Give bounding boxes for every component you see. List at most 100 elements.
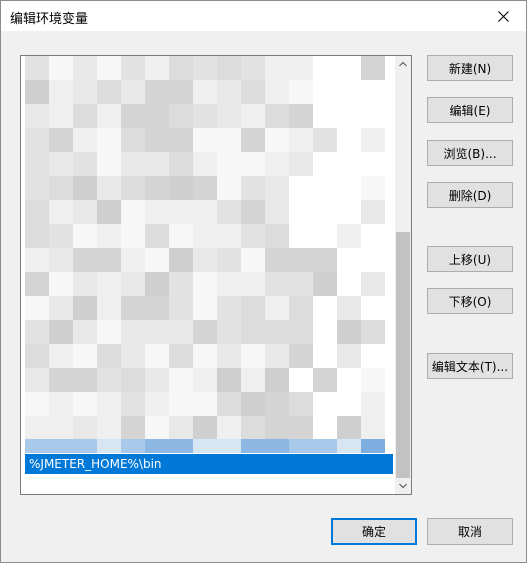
obscured-pixel <box>145 56 169 80</box>
obscured-pixel <box>313 416 337 440</box>
obscured-pixel <box>121 128 145 152</box>
obscured-pixel <box>169 176 193 200</box>
obscured-pixel <box>49 200 73 224</box>
chevron-down-icon <box>399 483 407 489</box>
scroll-down-button[interactable] <box>395 478 411 494</box>
obscured-pixel <box>97 128 121 152</box>
obscured-pixel <box>313 439 337 453</box>
obscured-pixel <box>241 200 265 224</box>
scroll-thumb[interactable] <box>396 232 410 478</box>
vertical-scrollbar[interactable] <box>395 56 411 494</box>
delete-button[interactable]: 删除(D) <box>427 182 513 208</box>
obscured-pixel <box>73 439 97 453</box>
obscured-pixel <box>73 368 97 392</box>
obscured-pixel <box>361 176 385 200</box>
move-down-button[interactable]: 下移(O) <box>427 288 513 314</box>
obscured-pixel <box>241 152 265 176</box>
obscured-pixel <box>97 344 121 368</box>
obscured-pixel <box>313 104 337 128</box>
obscured-pixel <box>49 368 73 392</box>
obscured-pixel <box>145 104 169 128</box>
scroll-up-button[interactable] <box>395 56 411 72</box>
obscured-pixel <box>97 320 121 344</box>
obscured-pixel <box>193 344 217 368</box>
obscured-pixel <box>193 296 217 320</box>
obscured-pixel <box>25 344 49 368</box>
obscured-pixel <box>265 296 289 320</box>
obscured-pixel <box>193 392 217 416</box>
ok-button[interactable]: 确定 <box>331 518 417 545</box>
obscured-pixel <box>217 416 241 440</box>
obscured-pixel <box>169 439 193 453</box>
obscured-pixel <box>265 80 289 104</box>
obscured-pixel <box>25 248 49 272</box>
obscured-pixel <box>361 104 385 128</box>
obscured-pixel <box>97 296 121 320</box>
obscured-pixel <box>241 368 265 392</box>
obscured-pixel <box>241 320 265 344</box>
obscured-pixel <box>193 320 217 344</box>
cancel-button[interactable]: 取消 <box>427 518 513 545</box>
obscured-pixel <box>73 176 97 200</box>
obscured-pixel <box>361 320 385 344</box>
obscured-pixel <box>145 416 169 440</box>
obscured-pixel <box>289 344 313 368</box>
obscured-pixel <box>49 248 73 272</box>
obscured-pixel <box>73 344 97 368</box>
obscured-pixel <box>145 344 169 368</box>
list-item-selected[interactable]: %JMETER_HOME%\bin <box>25 454 393 474</box>
obscured-pixel <box>241 416 265 440</box>
browse-button[interactable]: 浏览(B)... <box>427 140 513 166</box>
obscured-pixel <box>121 272 145 296</box>
obscured-pixel <box>313 56 337 80</box>
obscured-pixel <box>289 176 313 200</box>
obscured-pixel <box>49 416 73 440</box>
new-button[interactable]: 新建(N) <box>427 55 513 81</box>
obscured-pixel <box>97 200 121 224</box>
obscured-pixel <box>337 224 361 248</box>
obscured-pixel <box>337 104 361 128</box>
obscured-pixel <box>169 296 193 320</box>
obscured-pixel <box>337 80 361 104</box>
obscured-pixel <box>265 224 289 248</box>
obscured-pixel <box>337 152 361 176</box>
obscured-pixel <box>289 224 313 248</box>
obscured-pixel <box>73 248 97 272</box>
obscured-pixel <box>49 392 73 416</box>
obscured-pixel <box>25 128 49 152</box>
move-up-button[interactable]: 上移(U) <box>427 246 513 272</box>
path-entries-list[interactable]: %JMETER_HOME%\bin <box>20 55 412 495</box>
obscured-pixel <box>169 416 193 440</box>
obscured-pixel <box>193 416 217 440</box>
obscured-pixel <box>217 200 241 224</box>
obscured-pixel <box>25 320 49 344</box>
obscured-pixel <box>337 439 361 453</box>
obscured-pixel <box>193 368 217 392</box>
obscured-pixel <box>217 272 241 296</box>
obscured-pixel <box>265 104 289 128</box>
chevron-up-icon <box>399 61 407 67</box>
obscured-pixel <box>121 320 145 344</box>
obscured-pixel <box>49 320 73 344</box>
obscured-pixel <box>25 368 49 392</box>
obscured-pixel <box>145 224 169 248</box>
close-button[interactable] <box>480 1 526 31</box>
obscured-pixel <box>361 152 385 176</box>
obscured-pixel <box>145 439 169 453</box>
obscured-pixel <box>337 368 361 392</box>
obscured-pixel <box>97 56 121 80</box>
obscured-pixel <box>241 296 265 320</box>
obscured-pixel <box>241 272 265 296</box>
obscured-pixel <box>337 272 361 296</box>
obscured-pixel <box>121 152 145 176</box>
obscured-pixel <box>217 56 241 80</box>
obscured-pixel <box>337 200 361 224</box>
obscured-pixel <box>289 80 313 104</box>
edit-text-button[interactable]: 编辑文本(T)... <box>427 353 513 379</box>
obscured-pixel <box>73 128 97 152</box>
edit-button[interactable]: 编辑(E) <box>427 97 513 123</box>
obscured-pixel <box>265 200 289 224</box>
obscured-pixel <box>97 439 121 453</box>
obscured-pixel <box>217 344 241 368</box>
obscured-pixel <box>49 176 73 200</box>
